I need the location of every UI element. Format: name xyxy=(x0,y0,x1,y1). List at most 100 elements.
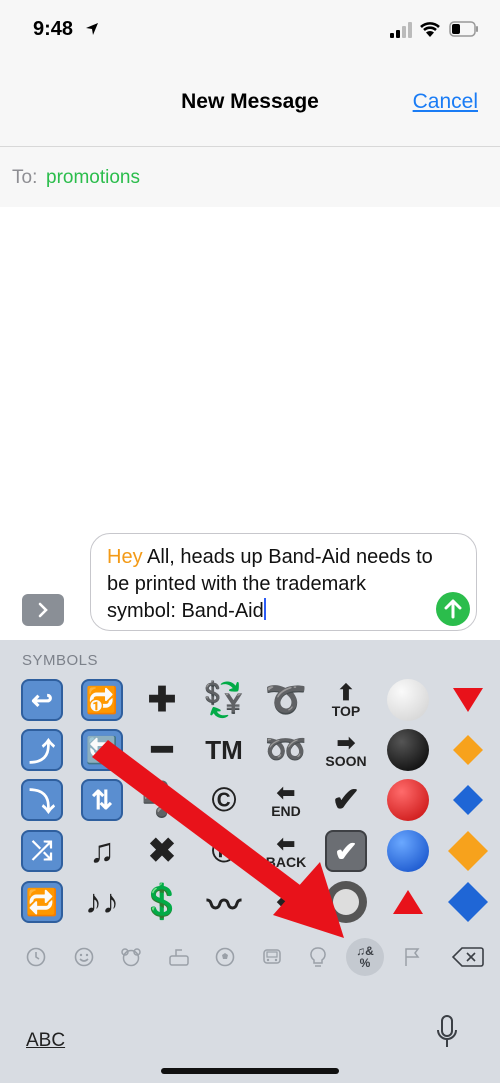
repeat-icon: 🔁 xyxy=(21,881,63,923)
red-circle-icon xyxy=(387,779,429,821)
expand-apps-button[interactable] xyxy=(22,594,64,626)
emoji-repeat[interactable]: 🔁 xyxy=(14,879,70,925)
emoji-small-blue-diamond[interactable] xyxy=(440,777,496,823)
shuffle-icon: ⤮ xyxy=(21,830,63,872)
recipient-chip[interactable]: promotions xyxy=(46,167,140,189)
emoji-back-arrow[interactable]: ⬅ BACK xyxy=(258,828,314,874)
emoji-blue-circle[interactable] xyxy=(380,828,436,874)
white-circle-icon xyxy=(387,679,429,721)
emoji-red-circle[interactable] xyxy=(380,777,436,823)
recent-icon xyxy=(26,947,46,967)
status-bar: 9:48 xyxy=(0,0,500,62)
home-indicator[interactable] xyxy=(161,1068,339,1074)
emoji-check-mark[interactable]: ✔ xyxy=(318,777,374,823)
tab-activity[interactable] xyxy=(206,938,244,976)
to-field[interactable]: To: promotions xyxy=(0,147,500,207)
emoji-top-arrow[interactable]: ⬆ TOP xyxy=(318,677,374,723)
emoji-arrow-curve-up[interactable]: ⤴ xyxy=(14,727,70,773)
chevron-right-icon xyxy=(38,602,48,618)
emoji-music-note[interactable]: ♫ xyxy=(74,828,130,874)
on-arrow-icon: ⬌ xyxy=(276,889,296,914)
emoji-plus[interactable]: ✚ xyxy=(134,677,190,723)
abc-keyboard-button[interactable]: ABC xyxy=(26,1030,65,1052)
soon-arrow-icon: ➡ SOON xyxy=(325,730,367,769)
large-orange-diamond-icon xyxy=(448,831,488,871)
nav-header: New Message Cancel xyxy=(0,62,500,147)
emoji-registered[interactable]: ® xyxy=(196,828,252,874)
music-notes-icon: ♪♪ xyxy=(85,882,119,921)
emoji-check-box[interactable]: ✔ xyxy=(318,828,374,874)
emoji-category-tabs: ♫&% xyxy=(0,938,500,978)
cancel-button[interactable]: Cancel xyxy=(413,90,478,114)
plus-icon: ✚ xyxy=(147,681,177,719)
multiply-icon: ✖ xyxy=(147,832,177,870)
emoji-large-orange-diamond[interactable] xyxy=(440,828,496,874)
emoji-copyright[interactable]: © xyxy=(196,777,252,823)
tab-flags[interactable] xyxy=(393,938,431,976)
emoji-large-blue-diamond[interactable] xyxy=(440,879,496,925)
bulb-icon xyxy=(310,947,326,967)
food-icon xyxy=(169,949,189,966)
message-text[interactable]: Hey All, heads up Band-Aid needs to be p… xyxy=(107,544,437,625)
emoji-radio-button[interactable] xyxy=(318,879,374,925)
emoji-multiply[interactable]: ✖ xyxy=(134,828,190,874)
arrow-up-icon xyxy=(444,599,462,619)
emoji-trademark[interactable]: TM xyxy=(196,727,252,773)
emoji-black-circle[interactable] xyxy=(380,727,436,773)
backspace-button[interactable] xyxy=(448,938,488,976)
status-time: 9:48 xyxy=(33,18,74,40)
emoji-white-circle[interactable] xyxy=(380,677,436,723)
emoji-keyboard: SYMBOLS ↩ ⤴ ⤵ ⤮ 🔁 🔂 🔄 ⇅ ♫ ♪♪ ✚ ━ ➗ ✖ 💲 💱… xyxy=(0,640,500,1083)
radio-button-icon xyxy=(325,881,367,923)
large-blue-diamond-icon xyxy=(448,882,488,922)
emoji-red-triangle-up[interactable] xyxy=(380,879,436,925)
small-orange-diamond-icon xyxy=(453,735,483,765)
ball-icon xyxy=(215,947,235,967)
emoji-minus[interactable]: ━ xyxy=(134,727,190,773)
red-triangle-up-icon xyxy=(393,890,423,914)
minus-icon: ━ xyxy=(151,731,173,769)
small-blue-diamond-icon xyxy=(453,785,483,815)
tab-travel[interactable] xyxy=(253,938,291,976)
tab-recent[interactable] xyxy=(17,938,55,976)
wifi-icon xyxy=(420,22,440,37)
tab-animals[interactable] xyxy=(112,938,150,976)
emoji-soon-arrow[interactable]: ➡ SOON xyxy=(318,727,374,773)
red-triangle-down-icon xyxy=(453,688,483,712)
emoji-dollar[interactable]: 💲 xyxy=(134,879,190,925)
emoji-shuffle[interactable]: ⤮ xyxy=(14,828,70,874)
highlight-word: Hey xyxy=(107,546,143,568)
category-label: SYMBOLS xyxy=(22,652,99,669)
microphone-icon[interactable] xyxy=(436,1014,458,1050)
emoji-end-arrow[interactable]: ⬅ END xyxy=(258,777,314,823)
emoji-music-notes[interactable]: ♪♪ xyxy=(74,879,130,925)
tab-food[interactable] xyxy=(160,938,198,976)
emoji-divide[interactable]: ➗ xyxy=(134,777,190,823)
emoji-red-triangle-down[interactable] xyxy=(440,677,496,723)
emoji-on-arrow[interactable]: ⬌ xyxy=(258,879,314,925)
cellular-signal-icon xyxy=(390,22,412,38)
top-arrow-icon: ⬆ TOP xyxy=(331,680,361,719)
emoji-currency-exchange[interactable]: 💱 xyxy=(196,677,252,723)
text-caret xyxy=(263,598,266,620)
emoji-repeat-one[interactable]: 🔂 xyxy=(74,677,130,723)
emoji-arrow-curve-down[interactable]: ⤵ xyxy=(14,777,70,823)
emoji-arrow-return-left[interactable]: ↩ xyxy=(14,677,70,723)
emoji-wavy-dash[interactable]: 〰 xyxy=(196,879,252,925)
trademark-icon: TM xyxy=(205,734,243,765)
emoji-refresh[interactable]: 🔄 xyxy=(74,727,130,773)
battery-icon xyxy=(449,21,478,37)
tab-symbols[interactable]: ♫&% xyxy=(346,938,384,976)
emoji-curly-loop[interactable]: ➰ xyxy=(258,677,314,723)
emoji-small-orange-diamond[interactable] xyxy=(440,727,496,773)
send-button[interactable] xyxy=(436,592,470,626)
message-input[interactable]: Hey All, heads up Band-Aid needs to be p… xyxy=(90,533,477,631)
symbols-icon: ♫&% xyxy=(356,944,374,970)
car-icon xyxy=(263,949,281,964)
smiley-icon xyxy=(74,947,94,967)
tab-smileys[interactable] xyxy=(65,938,103,976)
tab-objects[interactable] xyxy=(299,938,337,976)
emoji-double-curly-loop[interactable]: ➿ xyxy=(258,727,314,773)
emoji-vertical-arrows[interactable]: ⇅ xyxy=(74,777,130,823)
divide-icon: ➗ xyxy=(140,781,184,819)
